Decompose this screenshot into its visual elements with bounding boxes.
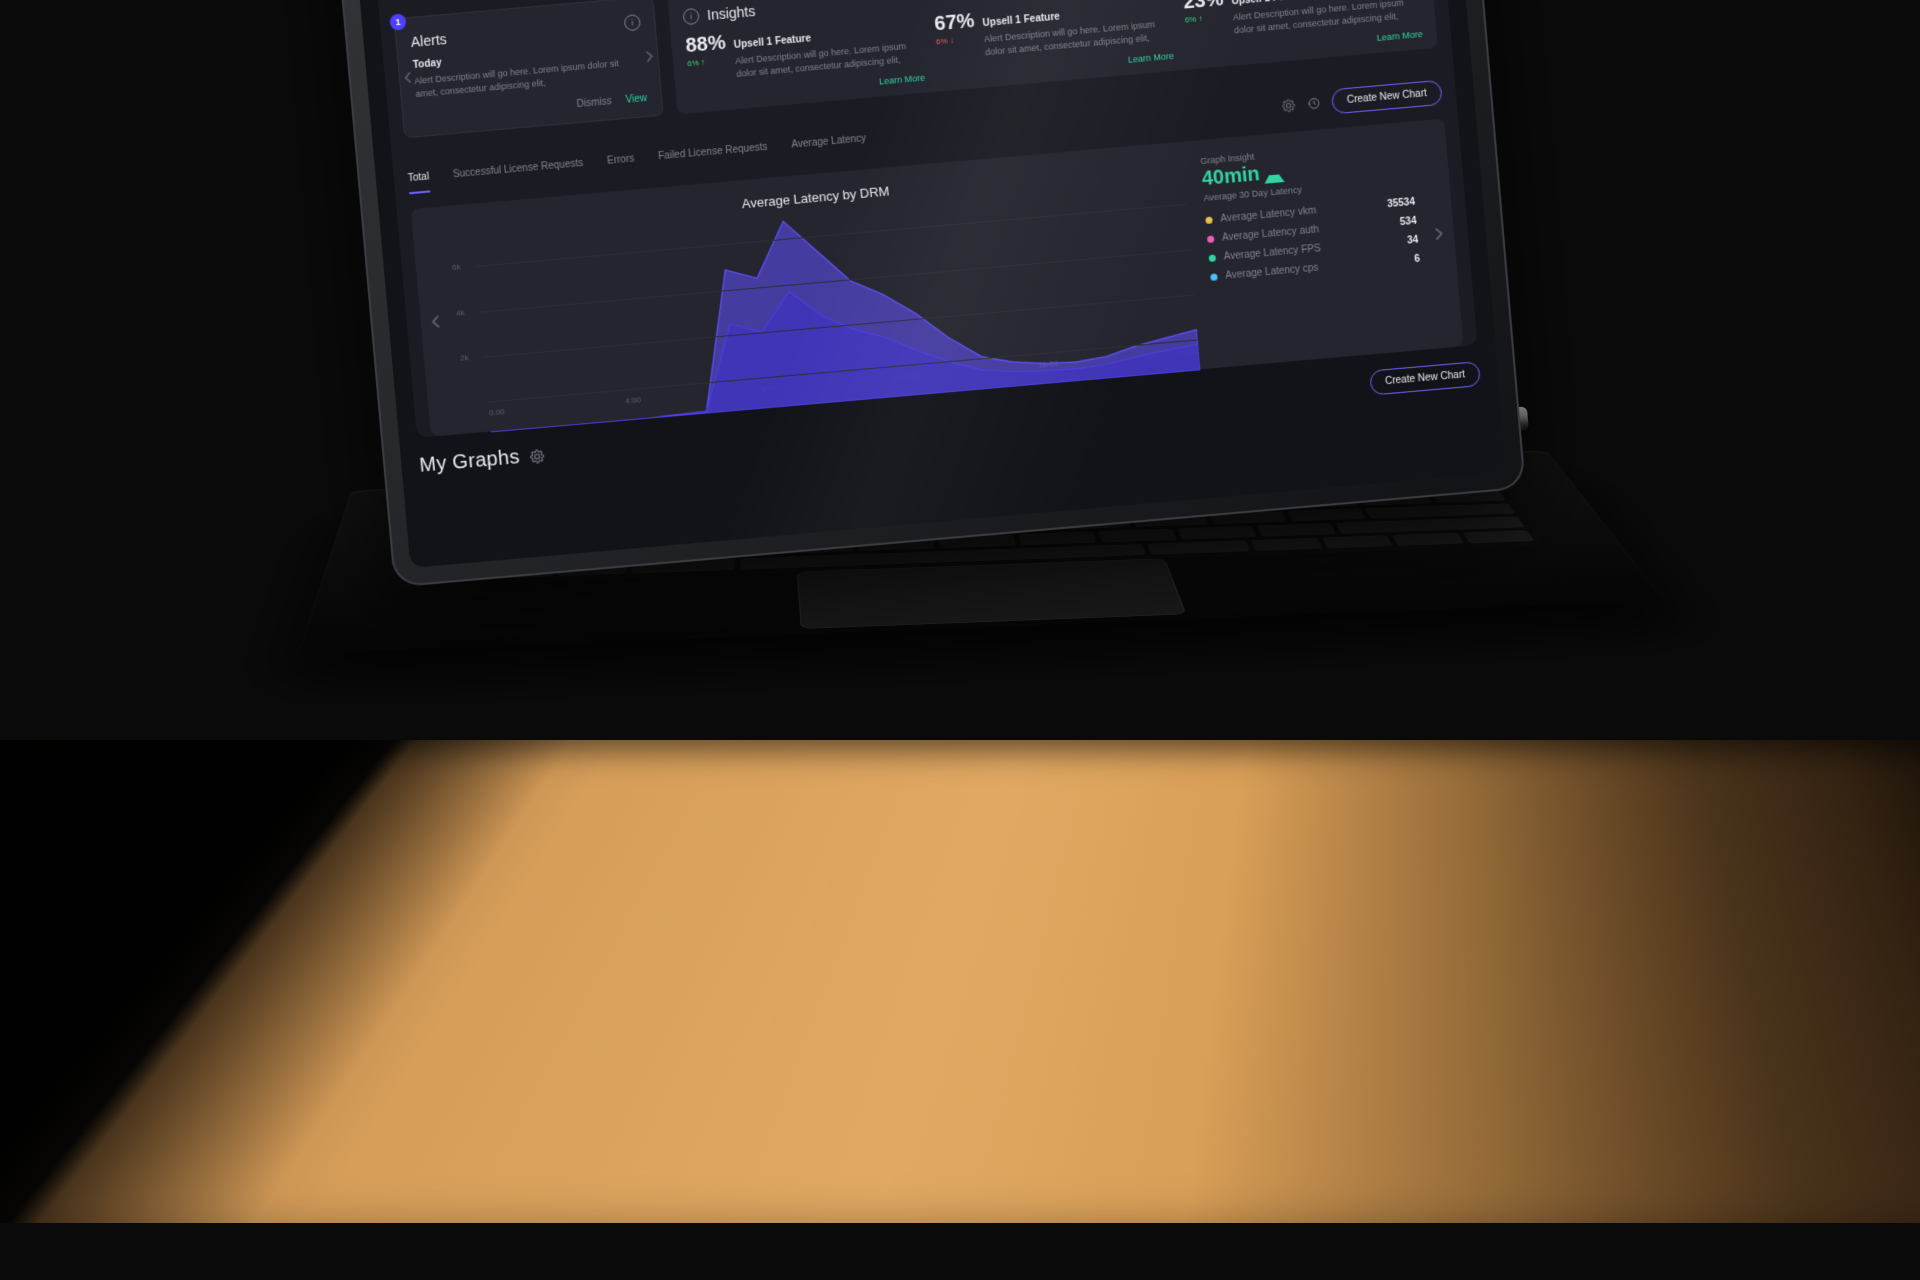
chevron-left-icon[interactable] <box>401 71 414 84</box>
view-link[interactable]: View <box>625 93 647 106</box>
history-icon[interactable] <box>1306 96 1320 110</box>
chart-tab-failed[interactable]: Failed License Requests <box>658 142 769 171</box>
insight-item: 88% 6% ↑ Upsell 1 Feature Alert Descript… <box>685 15 926 104</box>
filter-view-label: View Data for <box>391 0 452 2</box>
learn-more-link[interactable]: Learn More <box>879 73 926 87</box>
chevron-right-icon[interactable] <box>1431 226 1446 241</box>
gear-icon[interactable] <box>529 449 544 464</box>
gear-icon[interactable] <box>1282 99 1296 113</box>
info-icon[interactable]: i <box>682 8 699 25</box>
create-chart-button-2[interactable]: Create New Chart <box>1369 361 1481 396</box>
chevron-left-icon[interactable] <box>428 314 443 329</box>
learn-more-link[interactable]: Learn More <box>1376 29 1423 43</box>
insight-item: 67% 6% ↓ Upsell 1 Feature Alert Descript… <box>934 0 1175 81</box>
alerts-title: Alerts <box>410 31 447 50</box>
info-icon[interactable]: i <box>624 14 641 31</box>
chart-tab-latency[interactable]: Average Latency <box>791 133 867 159</box>
graph-insight-value-text: 40min <box>1201 163 1261 191</box>
learn-more-link[interactable]: Learn More <box>1127 51 1174 65</box>
my-graphs-title: My Graphs <box>419 446 521 478</box>
app-screen: verimatrix Dashboard Reports Alerts My K… <box>346 0 1506 568</box>
chart-tab-success[interactable]: Successful License Requests <box>452 158 584 188</box>
alerts-card: 1 Alerts i Today Alert Description will … <box>394 0 664 138</box>
chevron-right-icon[interactable] <box>643 50 656 63</box>
alerts-badge: 1 <box>389 13 406 30</box>
chart-tab-errors[interactable]: Errors <box>607 154 636 175</box>
insight-item: 23% 6% ↑ Upsell 1 Feature Alert Descript… <box>1182 0 1423 60</box>
create-chart-button[interactable]: Create New Chart <box>1331 80 1443 115</box>
chart-tab-total[interactable]: Total <box>407 172 430 193</box>
dismiss-link[interactable]: Dismiss <box>576 96 612 110</box>
main-panel: View Data for Yesterday × for All Keys ×… <box>376 0 1478 438</box>
arrow-up-icon <box>1263 164 1285 184</box>
chart-legend: Average Latency vkm35534Average Latency … <box>1205 197 1420 283</box>
insights-title: Insights <box>706 3 756 23</box>
